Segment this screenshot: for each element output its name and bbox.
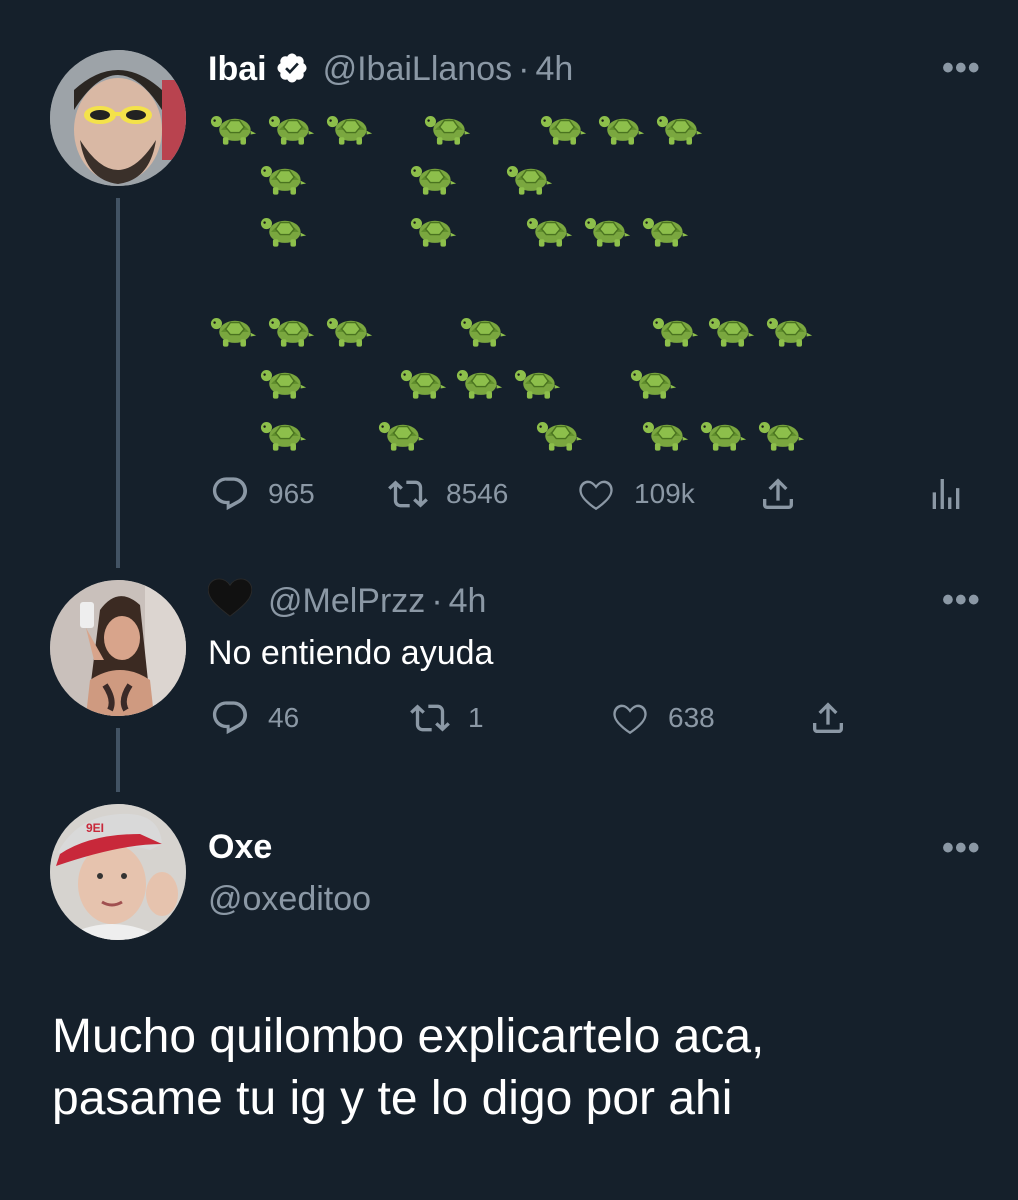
turtle-emoji-icon (326, 115, 373, 146)
tweet-time[interactable]: 4h (449, 582, 487, 620)
tweet-text-line-1: Mucho quilombo explicartelo aca, (52, 1010, 765, 1063)
reply-count: 46 (268, 702, 300, 733)
share-button[interactable] (758, 474, 816, 514)
tweet3-handle-row: @oxeditoo (208, 880, 371, 919)
turtle-emoji-icon (326, 317, 373, 348)
turtle-emoji-icon (642, 421, 689, 452)
turtle-emoji-icon (598, 115, 645, 146)
turtle-emoji-icon (210, 115, 257, 146)
turtle-emoji-icon (378, 421, 425, 452)
reply-count: 965 (268, 478, 315, 509)
reply-button[interactable]: 46 (210, 698, 299, 738)
analytics-button[interactable] (926, 474, 984, 514)
turtle-emoji-icon (410, 165, 457, 196)
turtle-emoji-icon (268, 317, 315, 348)
reply-button[interactable]: 965 (210, 474, 315, 514)
retweet-button[interactable]: 1 (410, 698, 484, 738)
share-icon (813, 702, 843, 733)
turtle-emoji-icon (456, 369, 503, 400)
turtle-emoji-icon (536, 421, 583, 452)
heart-icon (579, 480, 613, 511)
turtle-emoji-icon (268, 115, 315, 146)
separator-dot: · (431, 582, 443, 620)
heart-icon (613, 704, 647, 735)
turtle-emoji-icon (400, 369, 447, 400)
share-icon (763, 478, 793, 509)
turtle-emoji-icon (210, 317, 257, 348)
turtle-emoji-icon (540, 115, 587, 146)
more-options-icon[interactable]: ••• (942, 831, 981, 865)
turtle-emoji-icon (260, 217, 307, 248)
turtle-emoji-icon (584, 217, 631, 248)
turtle-emoji-icon (758, 421, 805, 452)
retweet-icon (388, 480, 428, 508)
turtle-emoji-icon (260, 369, 307, 400)
avatar-melprzz[interactable] (50, 580, 186, 716)
thread-line-2 (116, 728, 120, 792)
turtle-emoji-icon (700, 421, 747, 452)
turtle-emoji-icon (260, 421, 307, 452)
share-button[interactable] (808, 698, 866, 738)
turtle-emoji-icon (766, 317, 813, 348)
turtle-emoji-icon (652, 317, 699, 348)
avatar-oxe[interactable]: 9EI (50, 804, 186, 940)
turtle-emoji-icon (410, 217, 457, 248)
like-button[interactable]: 638 (610, 698, 715, 738)
like-count: 638 (668, 702, 715, 733)
retweet-button[interactable]: 8546 (388, 474, 508, 514)
turtle-emoji-icon (642, 217, 689, 248)
tweet3-header: Oxe (208, 828, 272, 867)
analytics-icon (932, 479, 960, 509)
like-count: 109k (634, 478, 695, 509)
turtle-emoji-icon (656, 115, 703, 146)
author-handle[interactable]: @oxeditoo (208, 880, 371, 918)
reply-icon (212, 477, 248, 511)
black-heart-emoji-icon (208, 578, 252, 617)
tweet-text: Mucho quilombo explicartelo aca, pasame … (52, 1006, 952, 1130)
tweet-text: No entiendo ayuda (208, 634, 494, 672)
like-button[interactable]: 109k (576, 474, 695, 514)
reply-icon (212, 701, 248, 735)
turtle-emoji-icon (260, 165, 307, 196)
retweet-icon (410, 704, 450, 732)
author-handle[interactable]: @MelPrzz (268, 582, 425, 620)
turtle-emoji-icon (630, 369, 677, 400)
turtle-emoji-icon (460, 317, 507, 348)
retweet-count: 8546 (446, 478, 509, 509)
turtle-emoji-icon (514, 369, 561, 400)
turtle-emoji-icon (708, 317, 755, 348)
retweet-count: 1 (468, 702, 484, 733)
turtle-emoji-icon (526, 217, 573, 248)
tweet2-header: @MelPrzz · 4h (208, 578, 486, 621)
more-options-icon[interactable]: ••• (942, 583, 981, 617)
turtle-emoji-art (0, 0, 1018, 480)
turtle-emoji-icon (506, 165, 553, 196)
tweet-text-line-2: pasame tu ig y te lo digo por ahi (52, 1072, 733, 1125)
author-name[interactable]: Oxe (208, 828, 272, 866)
turtle-emoji-icon (424, 115, 471, 146)
svg-text:9EI: 9EI (86, 821, 104, 835)
